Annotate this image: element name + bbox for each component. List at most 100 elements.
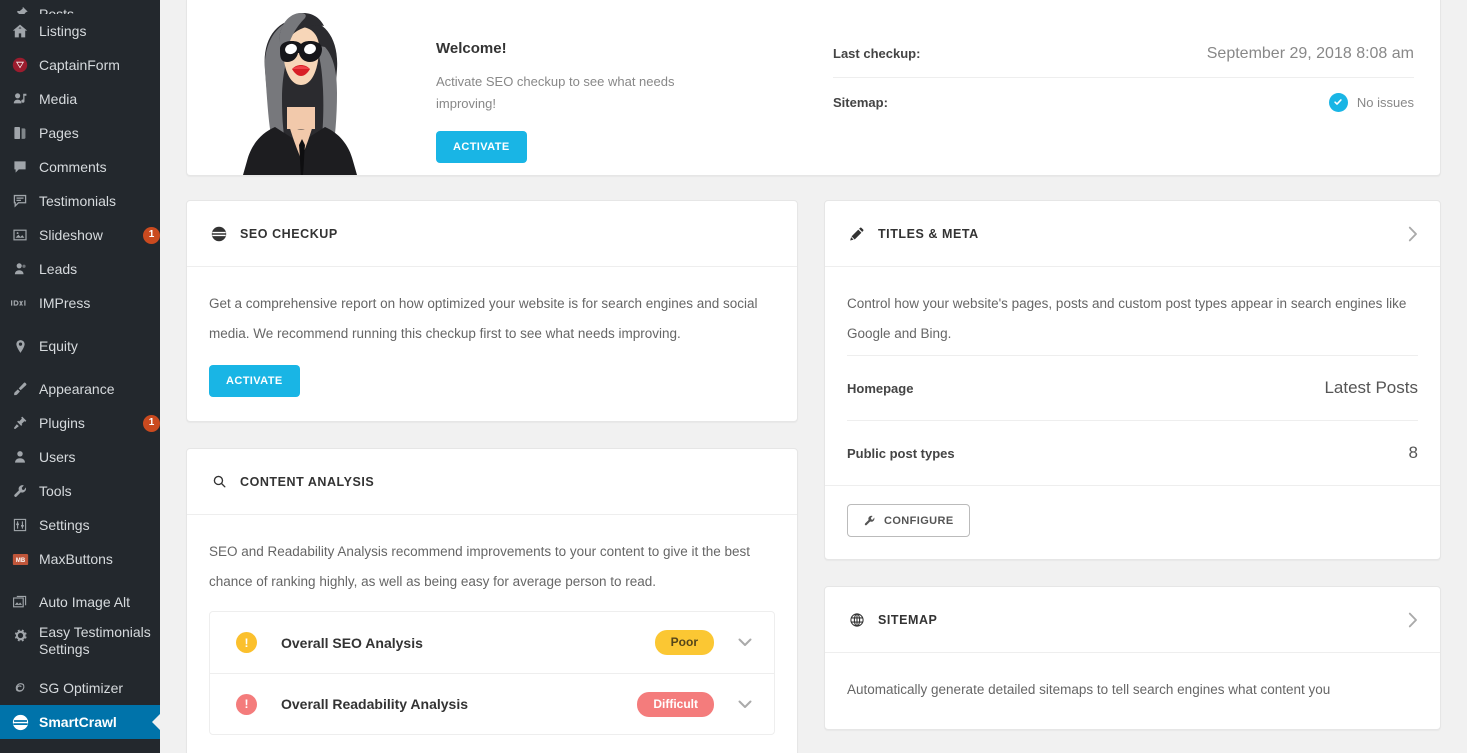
- seo-checkup-activate-button[interactable]: ACTIVATE: [209, 365, 300, 397]
- sidebar-item-label: Users: [39, 448, 76, 465]
- sidebar-item-slideshow[interactable]: Slideshow 1: [0, 218, 160, 252]
- users-icon: [10, 447, 30, 467]
- titles-meta-row-public-post-types: Public post types 8: [825, 421, 1440, 485]
- wrench-icon: [863, 514, 876, 527]
- avatar: [213, 0, 388, 175]
- chevron-down-icon[interactable]: [738, 638, 752, 647]
- pin-location-icon: [10, 336, 30, 356]
- sitemap-card: SITEMAP Automatically generate detailed …: [824, 586, 1441, 730]
- sidebar-item-impress[interactable]: IMPress: [0, 286, 160, 320]
- pin-icon: [10, 3, 30, 14]
- sidebar-item-smartcrawl[interactable]: SmartCrawl: [0, 705, 160, 739]
- smartcrawl-icon: [10, 712, 30, 732]
- pencil-icon: [847, 226, 867, 242]
- content-analysis-title: CONTENT ANALYSIS: [240, 474, 375, 489]
- smartcrawl-icon: [209, 226, 229, 242]
- sidebar-item-listings[interactable]: Listings: [0, 14, 160, 48]
- impress-icon: [10, 293, 30, 313]
- titles-meta-title: TITLES & META: [878, 226, 979, 241]
- sidebar-item-sg-optimizer[interactable]: SG Optimizer: [0, 671, 160, 705]
- welcome-status-panel: Last checkup: September 29, 2018 8:08 am…: [807, 0, 1440, 175]
- maxbuttons-icon: MB: [10, 549, 30, 569]
- meta-key: Public post types: [847, 445, 955, 461]
- sidebar-item-posts[interactable]: Posts: [0, 0, 160, 14]
- analysis-row-seo[interactable]: ! Overall SEO Analysis Poor: [210, 612, 774, 673]
- sidebar-item-testimonials[interactable]: Testimonials: [0, 184, 160, 218]
- content-analysis-header: CONTENT ANALYSIS: [187, 449, 797, 515]
- configure-button[interactable]: CONFIGURE: [847, 504, 970, 537]
- sidebar-item-label: Posts: [39, 6, 160, 14]
- sidebar-item-appearance[interactable]: Appearance: [0, 372, 160, 406]
- comment-icon: [10, 157, 30, 177]
- sidebar-item-equity[interactable]: Equity: [0, 329, 160, 363]
- sidebar-item-label: Slideshow: [39, 226, 103, 243]
- last-checkup-value: September 29, 2018 8:08 am: [1206, 44, 1414, 62]
- analysis-row-readability[interactable]: ! Overall Readability Analysis Difficult: [210, 673, 774, 734]
- sidebar-item-leads[interactable]: Leads: [0, 252, 160, 286]
- sidebar-separator: [0, 576, 160, 585]
- sidebar-item-users[interactable]: Users: [0, 440, 160, 474]
- warning-icon: !: [236, 693, 257, 715]
- sitemap-label: Sitemap:: [833, 94, 888, 110]
- titles-meta-description: Control how your website's pages, posts …: [847, 296, 1407, 341]
- titles-meta-body: Control how your website's pages, posts …: [825, 267, 1440, 355]
- sitemap-description: Automatically generate detailed sitemaps…: [847, 682, 1331, 697]
- sidebar-item-label: Media: [39, 90, 78, 107]
- meta-key: Homepage: [847, 380, 914, 396]
- sidebar-badge-slideshow: 1: [143, 226, 160, 244]
- sidebar-item-plugins[interactable]: Plugins 1: [0, 406, 160, 440]
- sidebar-item-label: Comments: [39, 158, 107, 175]
- pages-icon: [10, 123, 30, 143]
- sitemap-body: Automatically generate detailed sitemaps…: [825, 653, 1440, 729]
- content-analysis-card: CONTENT ANALYSIS SEO and Readability Ana…: [186, 448, 798, 753]
- last-checkup-row: Last checkup: September 29, 2018 8:08 am: [833, 30, 1414, 78]
- sidebar-item-captainform[interactable]: CaptainForm: [0, 48, 160, 82]
- sidebar-item-auto-image-alt[interactable]: Auto Image Alt: [0, 585, 160, 619]
- last-checkup-label: Last checkup:: [833, 46, 921, 61]
- sidebar-item-label: MaxButtons: [39, 550, 113, 567]
- sidebar-item-media[interactable]: Media: [0, 82, 160, 116]
- globe-icon: [847, 612, 867, 628]
- warning-icon: !: [236, 632, 257, 653]
- seo-checkup-body: Get a comprehensive report on how optimi…: [187, 267, 797, 421]
- plug-icon: [10, 413, 30, 433]
- sidebar-item-label: IMPress: [39, 294, 91, 311]
- meta-value: Latest Posts: [1324, 378, 1418, 397]
- meta-value: 8: [1408, 443, 1418, 462]
- sg-icon: [10, 678, 30, 698]
- welcome-title: Welcome!: [436, 40, 507, 57]
- sitemap-status-text: No issues: [1356, 94, 1414, 110]
- seo-checkup-description: Get a comprehensive report on how optimi…: [209, 296, 758, 341]
- welcome-text: Welcome! Activate SEO checkup to see wha…: [388, 40, 686, 175]
- sidebar-item-settings[interactable]: Settings: [0, 508, 160, 542]
- image-icon: [10, 225, 30, 245]
- sidebar-item-pages[interactable]: Pages: [0, 116, 160, 150]
- sitemap-title: SITEMAP: [878, 612, 938, 627]
- sidebar-item-maxbuttons[interactable]: MB MaxButtons: [0, 542, 160, 576]
- brush-icon: [10, 379, 30, 399]
- sidebar-item-label: Testimonials: [39, 192, 117, 209]
- wrench-icon: [10, 481, 30, 501]
- chevron-right-icon[interactable]: [1408, 612, 1418, 628]
- sidebar-item-easy-testimonials-settings[interactable]: Easy Testimonials Settings: [0, 619, 160, 671]
- sidebar-item-label: Appearance: [39, 380, 115, 397]
- sidebar-item-label: Settings: [39, 516, 90, 533]
- chevron-right-icon[interactable]: [1408, 226, 1418, 242]
- sidebar-item-comments[interactable]: Comments: [0, 150, 160, 184]
- right-column: TITLES & META Control how your website's…: [824, 200, 1441, 753]
- sidebar-item-label: Easy Testimonials Settings: [39, 624, 151, 657]
- media-icon: [10, 89, 30, 109]
- main-content: Welcome! Activate SEO checkup to see wha…: [160, 0, 1467, 753]
- sitemap-header: SITEMAP: [825, 587, 1440, 653]
- chevron-down-icon[interactable]: [738, 700, 752, 709]
- sidebar-separator: [0, 320, 160, 329]
- sitemap-status-row: Sitemap: No issues: [833, 78, 1414, 126]
- titles-meta-row-homepage: Homepage Latest Posts: [825, 356, 1440, 420]
- sidebar-item-label: Listings: [39, 22, 87, 39]
- sidebar-item-tools[interactable]: Tools: [0, 474, 160, 508]
- welcome-description: Activate SEO checkup to see what needs i…: [436, 74, 675, 111]
- welcome-activate-button[interactable]: ACTIVATE: [436, 131, 527, 163]
- sidebar-separator: [0, 363, 160, 372]
- analysis-status-badge: Poor: [654, 630, 714, 655]
- welcome-card: Welcome! Activate SEO checkup to see wha…: [186, 0, 1441, 176]
